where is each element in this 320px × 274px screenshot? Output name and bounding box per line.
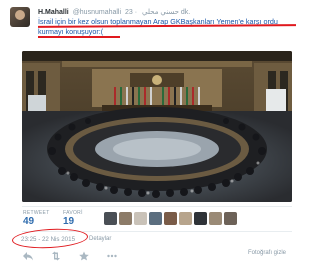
conference-hall-image [22,51,292,202]
user-avatar[interactable] [209,212,222,225]
screen-name[interactable]: @husnumahalli [73,9,121,16]
user-avatar[interactable] [104,212,117,225]
tweet-card: H.Mahalli @husnumahalli حسني محلي · 23 d… [0,0,300,274]
user-avatar[interactable] [179,212,192,225]
details-link[interactable]: Detaylar [89,236,111,242]
fullname[interactable]: H.Mahalli [38,9,69,16]
user-avatar[interactable] [149,212,162,225]
tweet-photo[interactable] [22,51,292,202]
more-icon[interactable] [106,251,118,261]
tweet-header: H.Mahalli @husnumahalli حسني محلي · 23 d… [38,8,190,16]
favorite-count: 19 [63,216,75,227]
favorite-stat[interactable]: FAVORİ 19 [63,210,83,227]
user-avatar[interactable] [164,212,177,225]
retweet-icon[interactable] [50,251,62,261]
hide-photo-link[interactable]: Fotoğrafı gizle [248,250,286,256]
avatar[interactable] [10,7,30,27]
reply-icon[interactable] [22,251,34,261]
retweet-count: 49 [23,216,35,227]
user-avatar[interactable] [134,212,147,225]
arabic-name: حسني محلي [142,9,179,16]
user-avatar[interactable] [194,212,207,225]
user-avatar[interactable] [119,212,132,225]
retweet-stat[interactable]: RETWEET 49 [23,210,50,227]
user-avatar[interactable] [224,212,237,225]
red-underline-annotation [38,36,120,38]
favorite-icon[interactable] [78,251,90,261]
tweet-timestamp[interactable]: 23:25 - 22 Nis 2015 [21,236,75,243]
